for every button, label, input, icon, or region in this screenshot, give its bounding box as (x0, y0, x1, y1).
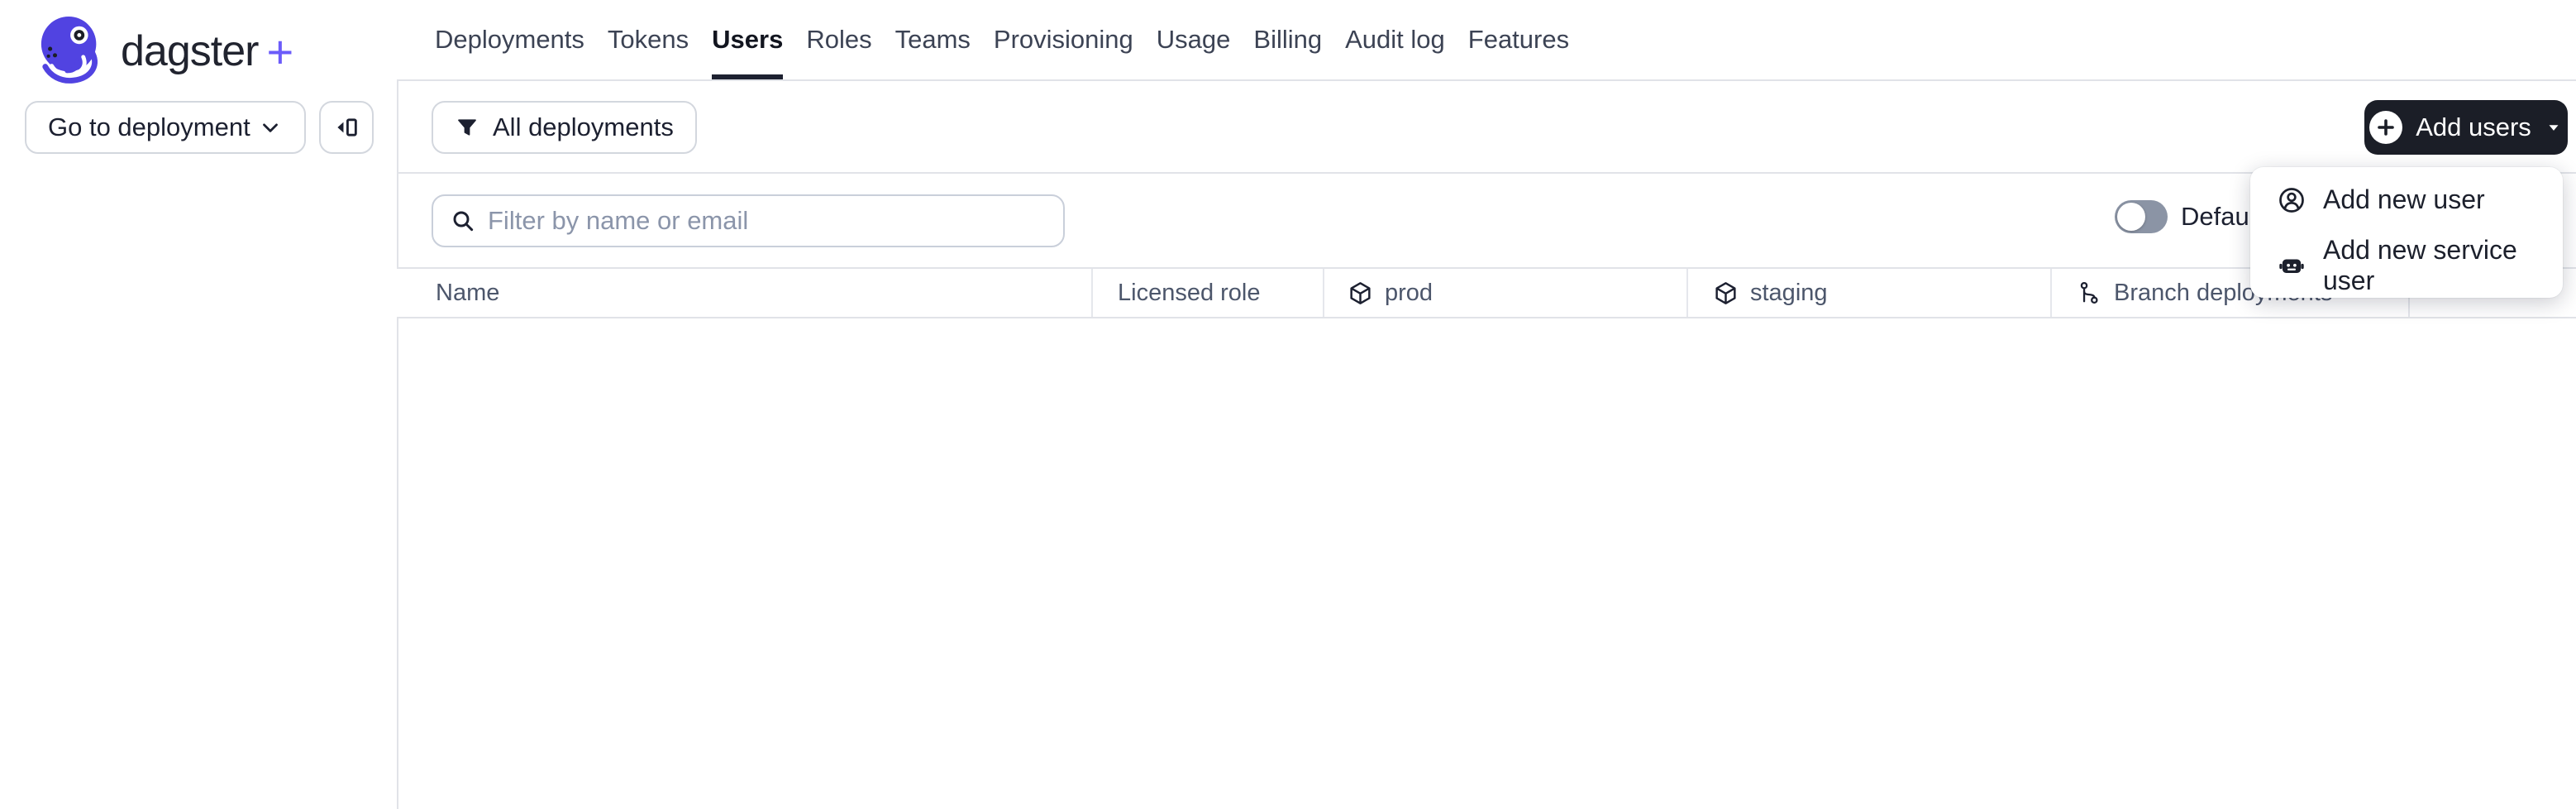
deployment-cube-icon (1713, 280, 1739, 306)
tab-tokens[interactable]: Tokens (608, 0, 689, 79)
caret-down-icon (2545, 118, 2563, 136)
collapse-panel-icon (332, 113, 360, 141)
default-toggle[interactable] (2115, 200, 2168, 233)
robot-icon (2277, 251, 2306, 280)
all-deployments-label: All deployments (493, 112, 674, 141)
org-settings-nav: Deployments Tokens Users Roles Teams Pro… (397, 0, 2576, 81)
column-label: Name (436, 279, 500, 306)
column-divider (1686, 269, 1688, 317)
users-table-header: Name Licensed role prod staging Branch d… (397, 267, 2576, 318)
brand-plus: + (266, 25, 294, 78)
column-label: staging (1750, 279, 1828, 306)
toolbar-divider (397, 172, 2576, 174)
default-toggle-group: Default (2115, 200, 2262, 233)
menu-item-label: Add new user (2323, 184, 2485, 214)
tab-audit-log[interactable]: Audit log (1345, 0, 1445, 79)
user-search-box (432, 194, 1065, 247)
column-divider (1091, 269, 1093, 317)
menu-item-add-new-service-user[interactable]: Add new service user (2250, 232, 2563, 298)
search-input[interactable] (488, 206, 1047, 236)
dagster-octopus-icon (36, 15, 109, 88)
tab-deployments[interactable]: Deployments (435, 0, 584, 79)
all-deployments-filter-button[interactable]: All deployments (432, 101, 697, 154)
go-to-deployment-label: Go to deployment (48, 112, 250, 141)
add-users-menu: Add new user Add new service user (2250, 167, 2563, 298)
tab-teams[interactable]: Teams (895, 0, 971, 79)
deployment-cube-icon (1348, 280, 1373, 306)
menu-item-add-new-user[interactable]: Add new user (2250, 167, 2563, 232)
column-divider (1323, 269, 1324, 317)
add-users-button[interactable]: Add users (2364, 100, 2568, 155)
tab-provisioning[interactable]: Provisioning (994, 0, 1133, 79)
toggle-knob (2117, 203, 2145, 231)
user-circle-icon (2277, 185, 2306, 215)
chevron-down-icon (258, 115, 283, 140)
column-header-name: Name (436, 269, 499, 317)
menu-item-label: Add new service user (2323, 234, 2517, 295)
tab-usage[interactable]: Usage (1157, 0, 1231, 79)
add-users-label: Add users (2416, 112, 2531, 141)
tab-users[interactable]: Users (712, 0, 784, 79)
search-icon (450, 208, 476, 234)
plus-circle-icon (2369, 111, 2403, 144)
funnel-icon (455, 115, 479, 140)
branch-icon (2077, 280, 2102, 306)
go-to-deployment-dropdown[interactable]: Go to deployment (25, 101, 306, 154)
column-header-staging: staging (1713, 269, 1828, 317)
sidebar-divider (397, 80, 398, 809)
tab-billing[interactable]: Billing (1253, 0, 1322, 79)
column-header-licensed-role: Licensed role (1118, 269, 1261, 317)
tab-roles[interactable]: Roles (806, 0, 871, 79)
collapse-panel-button[interactable] (319, 101, 374, 154)
column-label: Licensed role (1118, 279, 1261, 306)
column-divider (2050, 269, 2052, 317)
dagster-plus-logo[interactable]: dagster + (36, 12, 293, 91)
column-header-prod: prod (1348, 269, 1433, 317)
column-label: prod (1385, 279, 1433, 306)
brand-wordmark: dagster (121, 27, 259, 75)
tab-features[interactable]: Features (1468, 0, 1569, 79)
